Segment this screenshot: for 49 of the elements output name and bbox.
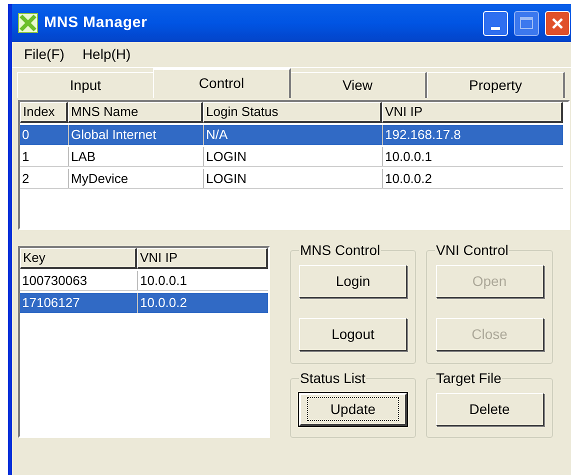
action-button[interactable]: Update <box>299 392 407 426</box>
table-cell-text: 0 <box>21 126 30 144</box>
table-row[interactable]: 17106127 10.0.0.2 <box>20 293 268 313</box>
table-row[interactable]: 0 Global Internet N/A 192.168.17.8 <box>20 125 563 145</box>
action-button[interactable]: Delete <box>436 392 544 426</box>
menu-item[interactable]: File(F) <box>24 44 64 65</box>
table-row[interactable]: 1 LAB LOGIN 10.0.0.1 <box>20 147 563 167</box>
table-cell: LOGIN <box>203 169 382 188</box>
group-title: MNS Control <box>299 242 382 258</box>
column-header[interactable]: VNI IP <box>382 102 563 123</box>
column-header[interactable]: Key <box>20 248 137 269</box>
table-cell: LOGIN <box>203 147 382 166</box>
maximize-icon <box>520 17 533 29</box>
column-header[interactable]: Login Status <box>203 102 382 123</box>
table-cell: LAB <box>68 147 203 166</box>
table-cell: MyDevice <box>68 169 203 188</box>
table-cell: 192.168.17.8 <box>382 125 563 145</box>
tab[interactable]: Property <box>427 72 565 98</box>
window-title: MNS Manager <box>44 12 148 33</box>
close-icon <box>551 16 564 30</box>
column-header[interactable]: Index <box>20 102 68 123</box>
minimize-icon <box>491 26 500 30</box>
table-cell-text: 17106127 <box>21 294 81 312</box>
tab[interactable]: Control <box>153 68 291 98</box>
action-button[interactable]: Login <box>299 265 407 298</box>
table-cell-text: 2 <box>21 170 30 188</box>
table-cell: 10.0.0.1 <box>137 271 268 290</box>
maximize-button[interactable] <box>514 10 539 36</box>
group-title: Status List <box>299 370 366 386</box>
group-title: VNI Control <box>435 242 510 258</box>
table-cell-text: 1 <box>21 148 30 166</box>
action-button[interactable]: Logout <box>299 318 407 351</box>
table-row[interactable]: 100730063 10.0.0.1 <box>20 271 268 291</box>
table-cell: N/A <box>203 125 382 145</box>
tab[interactable]: Input <box>17 72 155 98</box>
table-cell: Global Internet <box>68 125 203 145</box>
table-cell-text: 100730063 <box>21 272 88 290</box>
table-cell: 10.0.0.1 <box>382 147 563 166</box>
close-button[interactable] <box>545 10 570 36</box>
table-cell: 10.0.0.2 <box>382 169 563 188</box>
tab[interactable]: View <box>289 72 427 98</box>
menu-item[interactable]: Help(H) <box>82 44 131 65</box>
column-header[interactable]: VNI IP <box>137 248 268 269</box>
table-row[interactable]: 2 MyDevice LOGIN 10.0.0.2 <box>20 169 563 189</box>
minimize-button[interactable] <box>483 10 508 36</box>
group-title: Target File <box>435 370 502 386</box>
column-header[interactable]: MNS Name <box>68 102 203 123</box>
app-icon <box>18 13 38 33</box>
table-cell: 10.0.0.2 <box>137 293 268 313</box>
